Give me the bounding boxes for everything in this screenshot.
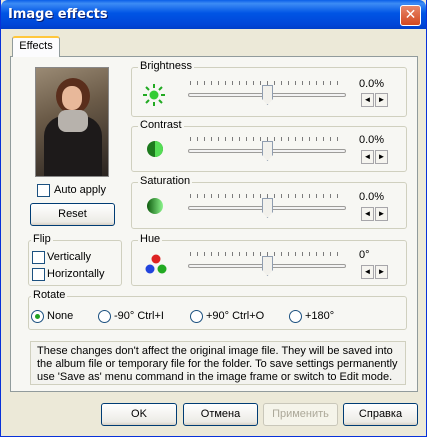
window-title: Image effects <box>8 7 108 22</box>
ok-label: OK <box>131 408 147 420</box>
auto-apply-checkbox[interactable] <box>37 184 50 197</box>
rotate-plus90-label: +90° Ctrl+O <box>206 310 265 322</box>
flip-horizontally-checkbox[interactable] <box>32 268 45 281</box>
saturation-ticks <box>190 194 344 198</box>
rotate-180-radio[interactable] <box>289 310 302 323</box>
info-note: These changes don't affect the original … <box>30 341 406 385</box>
apply-label: Применить <box>272 408 329 420</box>
rotate-minus90-label: -90° Ctrl+I <box>114 310 164 322</box>
reset-label: Reset <box>58 208 87 220</box>
rotate-plus90-radio[interactable] <box>190 310 203 323</box>
flip-horizontally-label: Horizontally <box>47 268 105 280</box>
auto-apply-label: Auto apply <box>54 184 106 196</box>
saturation-title: Saturation <box>138 175 193 187</box>
saturation-value: 0.0% <box>359 191 385 203</box>
hue-spin[interactable]: ◄ ► <box>361 265 389 279</box>
spin-left-icon[interactable]: ◄ <box>361 150 374 164</box>
flip-vertically-checkbox[interactable] <box>32 251 45 264</box>
brightness-spin[interactable]: ◄ ► <box>361 93 389 107</box>
rotate-minus90-radio[interactable] <box>98 310 111 323</box>
help-button[interactable]: Справка <box>343 403 418 426</box>
tab-effects-label: Effects <box>19 40 53 52</box>
contrast-spin[interactable]: ◄ ► <box>361 150 389 164</box>
spin-left-icon[interactable]: ◄ <box>361 207 374 221</box>
contrast-value: 0.0% <box>359 134 385 146</box>
hue-ticks <box>190 252 344 256</box>
hue-rgb-icon <box>145 254 167 274</box>
help-label: Справка <box>358 408 403 420</box>
dialog-window: Image effects ✕ Effects Auto apply Reset… <box>0 0 427 437</box>
image-preview <box>35 67 109 177</box>
close-icon: ✕ <box>404 7 417 23</box>
flip-title: Flip <box>31 233 53 245</box>
spin-right-icon[interactable]: ► <box>375 93 388 107</box>
flip-vertically-label: Vertically <box>47 251 92 263</box>
rotate-title: Rotate <box>31 289 68 301</box>
ok-button[interactable]: OK <box>101 403 177 426</box>
spin-right-icon[interactable]: ► <box>375 207 388 221</box>
apply-button[interactable]: Применить <box>263 403 338 426</box>
saturation-icon <box>147 198 163 214</box>
spin-right-icon[interactable]: ► <box>375 265 388 279</box>
rotate-none-label: None <box>47 310 74 322</box>
brightness-title: Brightness <box>138 60 194 72</box>
contrast-ticks <box>190 137 344 141</box>
rotate-none-radio[interactable] <box>31 310 44 323</box>
saturation-spin[interactable]: ◄ ► <box>361 207 389 221</box>
brightness-ticks <box>190 81 344 85</box>
cancel-label: Отмена <box>200 408 241 420</box>
spin-right-icon[interactable]: ► <box>375 150 388 164</box>
tab-effects[interactable]: Effects <box>12 36 60 57</box>
close-button[interactable]: ✕ <box>400 5 421 26</box>
hue-value: 0° <box>359 249 370 261</box>
brightness-sun-icon <box>143 84 165 106</box>
spin-left-icon[interactable]: ◄ <box>361 265 374 279</box>
cancel-button[interactable]: Отмена <box>183 403 258 426</box>
contrast-icon <box>147 141 163 157</box>
reset-button[interactable]: Reset <box>30 203 115 226</box>
brightness-value: 0.0% <box>359 78 385 90</box>
rotate-180-label: +180° <box>305 310 335 322</box>
contrast-title: Contrast <box>138 119 184 131</box>
title-bar[interactable]: Image effects ✕ <box>1 0 426 29</box>
spin-left-icon[interactable]: ◄ <box>361 93 374 107</box>
hue-title: Hue <box>138 233 163 245</box>
